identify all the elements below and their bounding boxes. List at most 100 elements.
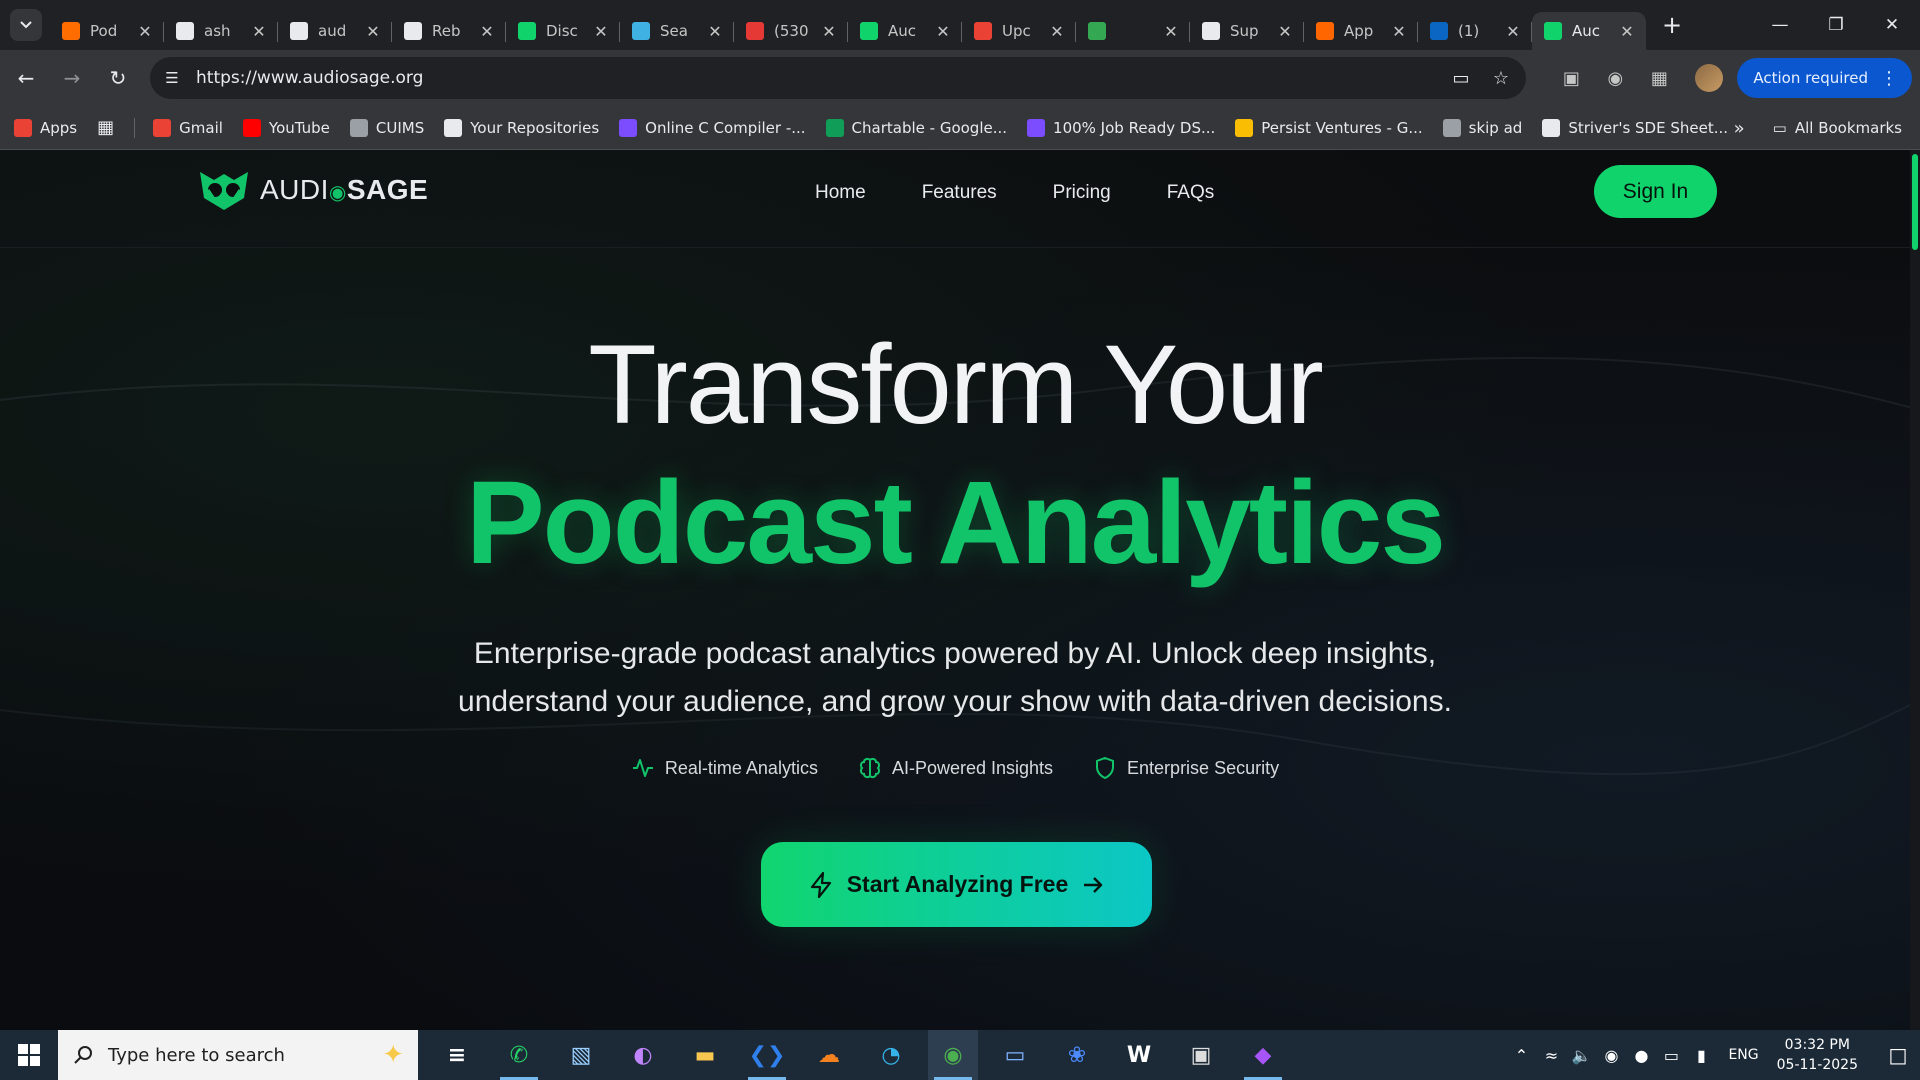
screenshot-button[interactable]: ◉ (1593, 58, 1637, 98)
browser-tab[interactable]: Sup ✕ (1190, 12, 1304, 50)
close-icon[interactable]: ✕ (250, 22, 268, 41)
taskbar-app-cloudflare[interactable]: ☁ (804, 1030, 854, 1080)
bookmark-label: Online C Compiler -... (645, 118, 806, 137)
tab-groups-shortcut[interactable]: ▦ (97, 117, 114, 138)
tab-groups-button[interactable]: ▣ (1549, 58, 1593, 98)
sign-in-button[interactable]: Sign In (1594, 165, 1717, 218)
taskbar-app-copilot[interactable]: ◐ (618, 1030, 668, 1080)
wifi-icon[interactable]: ≈ (1536, 1046, 1566, 1065)
vscode-icon: ❮❯ (748, 1042, 786, 1068)
close-icon[interactable]: ✕ (592, 22, 610, 41)
close-icon[interactable]: ✕ (136, 22, 154, 41)
taskbar-app-messenger[interactable]: ◆ (1238, 1030, 1288, 1080)
all-bookmarks-label[interactable]: All Bookmarks (1795, 119, 1902, 137)
close-icon[interactable]: ✕ (934, 22, 952, 41)
browser-tab[interactable]: Pod ✕ (50, 12, 164, 50)
bookmark-star-button[interactable]: ☆ (1486, 63, 1516, 93)
minimize-button[interactable]: — (1752, 0, 1808, 50)
bookmark-item[interactable]: CUIMS (349, 118, 424, 137)
close-icon[interactable]: ✕ (364, 22, 382, 41)
taskbar-app-whatsapp[interactable]: ✆ (494, 1030, 544, 1080)
taskbar-app-remote-desktop[interactable]: ▭ (990, 1030, 1040, 1080)
close-icon[interactable]: ✕ (820, 22, 838, 41)
browser-tab[interactable]: Auc ✕ (1532, 12, 1646, 50)
url-text[interactable]: https://www.audiosage.org (196, 68, 423, 88)
browser-tab[interactable]: ✕ (1076, 12, 1190, 50)
taskbar-app-file-explorer[interactable]: ▬ (680, 1030, 730, 1080)
bookmark-item[interactable]: 100% Job Ready DS... (1027, 118, 1215, 137)
scrollbar-thumb[interactable] (1912, 154, 1918, 250)
camera-icon[interactable]: ◉ (1596, 1046, 1626, 1065)
bookmark-item[interactable]: Your Repositories (444, 118, 599, 137)
taskbar-app-notes[interactable]: ▧ (556, 1030, 606, 1080)
nav-link-faqs[interactable]: FAQs (1167, 182, 1215, 204)
close-icon[interactable]: ✕ (1276, 22, 1294, 41)
browser-tab[interactable]: App ✕ (1304, 12, 1418, 50)
volume-icon[interactable]: 🔈 (1566, 1046, 1596, 1065)
browser-tab[interactable]: Auc ✕ (848, 12, 962, 50)
new-tab-button[interactable]: + (1656, 9, 1688, 41)
close-icon[interactable]: ✕ (1390, 22, 1408, 41)
taskbar-app-vscode[interactable]: ❮❯ (742, 1030, 792, 1080)
bookmark-item[interactable]: Apps (14, 118, 77, 137)
close-icon[interactable]: ✕ (1618, 22, 1636, 41)
forward-button[interactable]: → (52, 58, 92, 98)
reload-button[interactable]: ↻ (98, 58, 138, 98)
start-analyzing-button[interactable]: Start Analyzing Free (761, 842, 1152, 927)
site-info-button[interactable]: ☰ (156, 62, 188, 94)
browser-tab[interactable]: ash ✕ (164, 12, 278, 50)
cast-icon[interactable]: ▭ (1656, 1046, 1686, 1065)
close-icon[interactable]: ✕ (1162, 22, 1180, 41)
microphone-icon[interactable]: ● (1626, 1046, 1656, 1065)
more-bookmarks-icon[interactable]: » (1734, 118, 1745, 139)
hero-title-line2: Podcast Analytics (465, 457, 1446, 589)
install-app-button[interactable]: ▭ (1446, 63, 1476, 93)
feature-enterprise-security: Enterprise Security (1093, 756, 1279, 780)
battery-icon[interactable]: ▮ (1686, 1046, 1716, 1065)
close-icon[interactable]: ✕ (1504, 22, 1522, 41)
nav-link-pricing[interactable]: Pricing (1053, 182, 1111, 204)
browser-tab[interactable]: Reb ✕ (392, 12, 506, 50)
bookmark-item[interactable]: Persist Ventures - G... (1235, 118, 1423, 137)
bookmark-item[interactable]: skip ad (1442, 118, 1522, 137)
action-required-button[interactable]: Action required ⋮ (1737, 58, 1912, 98)
browser-tab[interactable]: (530 ✕ (734, 12, 848, 50)
browser-tab[interactable]: aud ✕ (278, 12, 392, 50)
nav-link-home[interactable]: Home (815, 182, 866, 204)
taskbar-app-terminal-box[interactable]: ▣ (1176, 1030, 1226, 1080)
bookmark-item[interactable]: Online C Compiler -... (619, 118, 806, 137)
bookmark-item[interactable]: Chartable - Google... (825, 118, 1007, 137)
browser-tab[interactable]: Disc ✕ (506, 12, 620, 50)
bookmark-item[interactable]: YouTube (242, 118, 330, 137)
site-logo[interactable]: AUDI◉SAGE (196, 168, 428, 212)
taskbar-search[interactable]: Type here to search ✦ (58, 1030, 418, 1080)
clock[interactable]: 03:32 PM 05-11-2025 (1777, 1035, 1858, 1075)
taskbar-app-task-view[interactable]: ≡ (432, 1030, 482, 1080)
page-scrollbar[interactable] (1910, 150, 1920, 1030)
tab-search-button[interactable] (10, 9, 42, 41)
close-window-button[interactable]: ✕ (1864, 0, 1920, 50)
nav-link-features[interactable]: Features (922, 182, 997, 204)
bookmark-item[interactable]: Striver's SDE Sheet... (1542, 118, 1728, 137)
notification-button[interactable]: □ (1876, 1043, 1920, 1067)
browser-tab[interactable]: Sea ✕ (620, 12, 734, 50)
tab-title: Upc (1002, 22, 1031, 40)
back-button[interactable]: ← (6, 58, 46, 98)
extensions-button[interactable]: ▦ (1637, 58, 1681, 98)
taskbar-app-chrome[interactable]: ◉ (928, 1030, 978, 1080)
close-icon[interactable]: ✕ (706, 22, 724, 41)
taskbar-app-network-app[interactable]: ❀ (1052, 1030, 1102, 1080)
browser-tab[interactable]: Upc ✕ (962, 12, 1076, 50)
start-button[interactable] (0, 1030, 58, 1080)
close-icon[interactable]: ✕ (1048, 22, 1066, 41)
taskbar-app-wpm[interactable]: W (1114, 1030, 1164, 1080)
address-bar[interactable]: ☰ https://www.audiosage.org ▭ ☆ (150, 57, 1526, 99)
restore-button[interactable]: ❐ (1808, 0, 1864, 50)
browser-tab[interactable]: (1) ✕ (1418, 12, 1532, 50)
language-indicator[interactable]: ENG (1728, 1047, 1758, 1063)
taskbar-app-edge[interactable]: ◔ (866, 1030, 916, 1080)
profile-avatar[interactable] (1695, 64, 1724, 92)
bookmark-item[interactable]: Gmail (153, 118, 223, 137)
close-icon[interactable]: ✕ (478, 22, 496, 41)
chevron-up-icon[interactable]: ⌃ (1506, 1046, 1536, 1065)
